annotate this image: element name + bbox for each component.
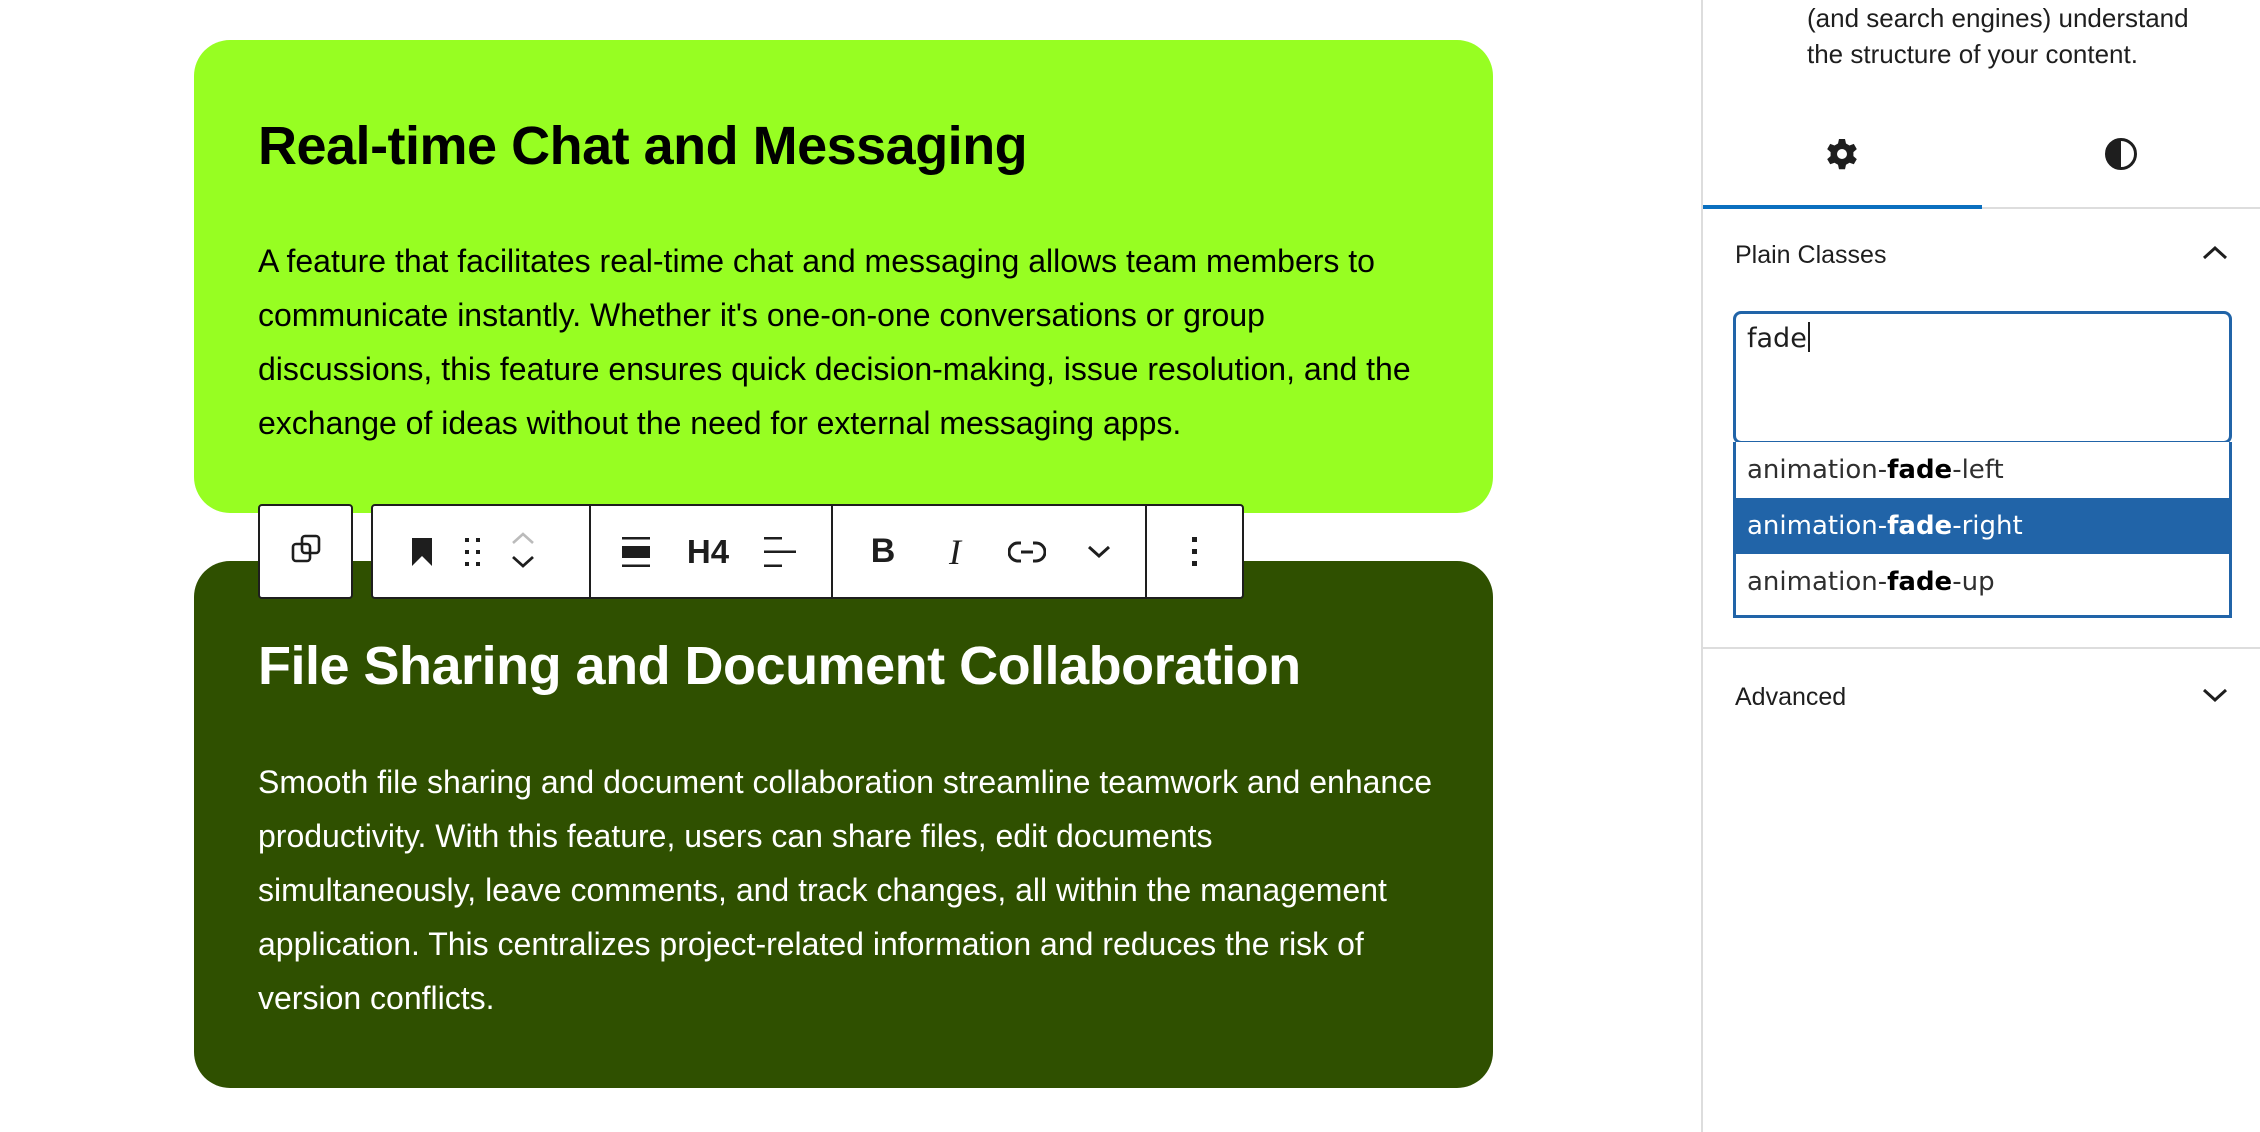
heading-level-label: H4 [686, 532, 730, 570]
plain-classes-panel-toggle[interactable]: Plain Classes [1735, 230, 2228, 280]
plain-classes-input[interactable]: fade [1733, 311, 2232, 444]
chevron-up-icon[interactable] [511, 529, 535, 552]
bold-button[interactable]: B [847, 523, 919, 581]
heading-level-button[interactable]: H4 [665, 523, 751, 581]
tab-styles[interactable] [1982, 110, 2260, 207]
chevron-down-icon [2202, 686, 2228, 709]
advanced-panel-toggle[interactable]: Advanced [1735, 672, 2228, 722]
block-type-button[interactable] [393, 523, 451, 581]
select-parent-icon [290, 533, 322, 570]
suggestion-prefix: animation- [1747, 455, 1888, 485]
align-button[interactable] [607, 523, 665, 581]
panel-title: Plain Classes [1735, 240, 1887, 269]
block-toolbar: H4 B I [371, 504, 1244, 599]
suggestion-item-selected[interactable]: animation-fade -right [1736, 498, 2229, 554]
suggestion-suffix: -up [1952, 567, 1995, 597]
block-heading[interactable]: File Sharing and Document Collaboration [258, 634, 1301, 698]
italic-button[interactable]: I [919, 523, 991, 581]
align-left-icon [763, 536, 797, 568]
more-vertical-icon [1191, 536, 1198, 567]
chevron-down-icon [1087, 544, 1111, 560]
suggestion-item[interactable]: animation-fade -up [1736, 554, 2229, 610]
tab-settings[interactable] [1703, 110, 1982, 209]
bookmark-icon [410, 537, 434, 566]
align-none-icon [621, 536, 651, 568]
suggestion-match: fade [1887, 455, 1953, 485]
suggestion-suffix: -left [1952, 455, 2004, 485]
block-heading[interactable]: Real-time Chat and Messaging [258, 114, 1028, 178]
panel-title: Advanced [1735, 682, 1847, 711]
bold-icon: B [870, 532, 896, 570]
suggestion-suffix: -right [1952, 511, 2023, 541]
plain-classes-input-value: fade [1747, 323, 1807, 354]
select-parent-block-button[interactable] [258, 504, 353, 599]
italic-icon: I [949, 531, 961, 572]
drag-handle-icon [464, 537, 482, 567]
text-caret [1807, 322, 1810, 352]
suggestion-match: fade [1887, 511, 1953, 541]
panel-divider [1703, 647, 2260, 649]
gear-icon [1826, 138, 1858, 175]
group-block-chat[interactable]: Real-time Chat and Messaging A feature t… [194, 40, 1493, 513]
block-alignment-group: H4 [591, 506, 833, 597]
block-options-button[interactable] [1166, 523, 1224, 581]
move-buttons [495, 529, 551, 575]
class-suggestions-list: animation-fade -left animation-fade -right… [1733, 442, 2232, 618]
more-rich-text-button[interactable] [1063, 523, 1135, 581]
block-options-group [1147, 506, 1242, 597]
contrast-icon [2104, 137, 2138, 176]
group-block-file-sharing[interactable]: File Sharing and Document Collaboration … [194, 561, 1493, 1088]
link-button[interactable] [991, 523, 1063, 581]
suggestion-prefix: animation- [1747, 567, 1888, 597]
format-group: B I [833, 506, 1147, 597]
text-align-button[interactable] [751, 523, 809, 581]
block-paragraph[interactable]: Smooth file sharing and document collabo… [258, 755, 1438, 1025]
suggestion-item[interactable]: animation-fade -left [1736, 442, 2229, 498]
chevron-up-icon [2202, 244, 2228, 267]
block-description: (and search engines) understand the stru… [1807, 3, 2189, 69]
chevron-down-icon[interactable] [511, 552, 535, 575]
suggestion-prefix: animation- [1747, 511, 1888, 541]
sidebar-tabs [1703, 110, 2260, 209]
drag-handle[interactable] [451, 523, 495, 581]
block-paragraph[interactable]: A feature that facilitates real-time cha… [258, 234, 1438, 450]
block-controls-group [373, 506, 591, 597]
link-icon [1008, 540, 1046, 564]
suggestion-match: fade [1887, 567, 1953, 597]
